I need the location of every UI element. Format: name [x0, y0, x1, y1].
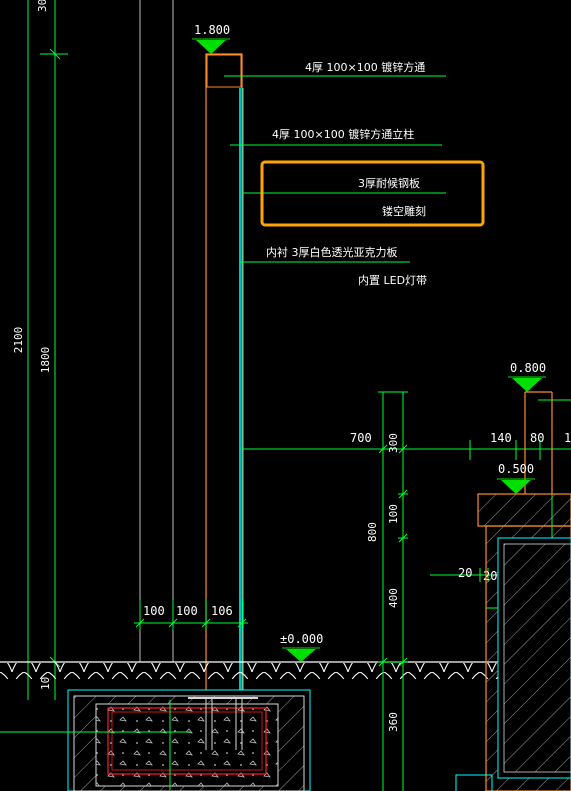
note-lining: 内衬 3厚白色透光亚克力板	[266, 245, 398, 259]
extension-lines	[139, 0, 174, 662]
dim-w2: 100	[176, 604, 198, 618]
dim-h400: 400	[387, 588, 400, 608]
dim-top-cut: 30	[36, 0, 49, 12]
elevation-wall-top-label: 0.800	[510, 361, 546, 375]
retaining-wall	[455, 391, 571, 791]
dim-w3: 106	[211, 604, 233, 618]
elevation-ground-label: ±0.000	[280, 632, 323, 646]
column-post	[205, 53, 244, 699]
dim-h800: 800	[366, 522, 379, 542]
dim-h300: 300	[387, 433, 400, 453]
foundation	[0, 689, 311, 791]
dim-column-height: 1800	[39, 347, 52, 374]
dim-overall-height: 2100	[12, 327, 25, 354]
elevation-marker-ground: ±0.000	[280, 632, 323, 662]
annotation-leaders	[224, 75, 446, 263]
dim-w1: 100	[143, 604, 165, 618]
dim-20a: 20	[458, 566, 472, 580]
elevation-wall-cap-label: 0.500	[498, 462, 534, 476]
note-column: 4厚 100×100 镀锌方通立柱	[272, 127, 414, 141]
cad-drawing: 30 2100 1800 10 1.800 4厚 100×100 镀锌方通 4厚…	[0, 0, 571, 791]
elevation-marker-wall-cap: 0.500	[497, 462, 535, 494]
elevation-marker-wall-top: 0.800	[508, 361, 546, 392]
note-plate: 3厚耐候钢板	[358, 176, 420, 190]
dim-h100: 100	[387, 504, 400, 524]
dim-offset: 700	[350, 431, 372, 445]
elevation-marker-top: 1.800	[192, 23, 230, 54]
note-led: 内置 LED灯带	[358, 273, 427, 287]
dim-140: 140	[490, 431, 512, 445]
ground-line	[0, 661, 571, 679]
dim-80: 80	[530, 431, 544, 445]
note-carving: 镂空雕刻	[382, 204, 426, 218]
dim-1-cut: 1	[564, 431, 571, 445]
dim-h360: 360	[387, 712, 400, 732]
note-top-tube: 4厚 100×100 镀锌方通	[305, 60, 425, 74]
elevation-top-label: 1.800	[194, 23, 230, 37]
